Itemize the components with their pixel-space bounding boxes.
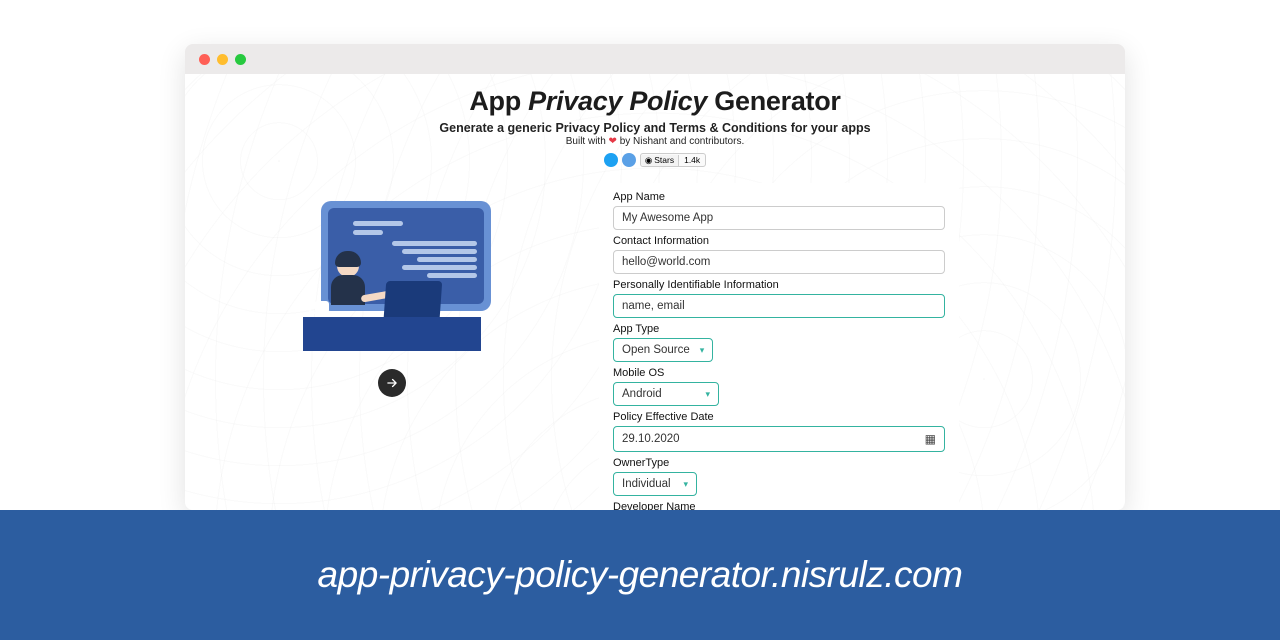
- chevron-down-icon: ▾: [683, 479, 688, 490]
- person-body: [331, 275, 365, 305]
- input-pii[interactable]: [613, 294, 945, 318]
- calendar-icon: ▦: [925, 432, 936, 446]
- label-owner-type: OwnerType: [613, 457, 945, 469]
- title-post: Generator: [707, 86, 841, 116]
- page-content: App Privacy Policy Generator Generate a …: [185, 74, 1125, 510]
- field-dev-name: Developer Name: [613, 501, 945, 510]
- label-app-type: App Type: [613, 323, 945, 335]
- input-contact[interactable]: [613, 250, 945, 274]
- input-app-name[interactable]: [613, 206, 945, 230]
- page-header: App Privacy Policy Generator Generate a …: [185, 86, 1125, 167]
- main-body: App Name Contact Information Personally …: [185, 177, 1125, 510]
- footer-url: app-privacy-policy-generator.nisrulz.com: [318, 554, 963, 596]
- code-line-icon: [402, 249, 477, 254]
- page-subtitle: Generate a generic Privacy Policy and Te…: [185, 121, 1125, 135]
- social-badges: ◉Stars 1.4k: [185, 153, 1125, 167]
- minimize-icon[interactable]: [217, 54, 228, 65]
- code-line-icon: [353, 221, 403, 226]
- label-dev-name: Developer Name: [613, 501, 945, 510]
- form-card: App Name Contact Information Personally …: [599, 183, 959, 510]
- field-contact: Contact Information: [613, 235, 945, 274]
- illustration-column: [185, 177, 599, 510]
- select-owner-type[interactable]: Individual ▾: [613, 472, 697, 496]
- code-line-icon: [392, 241, 477, 246]
- label-mobile-os: Mobile OS: [613, 367, 945, 379]
- label-effective-date: Policy Effective Date: [613, 411, 945, 423]
- github-icon: ◉: [645, 155, 652, 166]
- arrow-right-icon: [385, 376, 399, 390]
- page-title: App Privacy Policy Generator: [185, 86, 1125, 117]
- heart-icon: ❤: [609, 136, 617, 147]
- form-column: App Name Contact Information Personally …: [599, 177, 1125, 510]
- close-icon[interactable]: [199, 54, 210, 65]
- gh-stars-label: Stars: [654, 155, 674, 165]
- select-mobile-os[interactable]: Android ▾: [613, 382, 719, 406]
- code-line-icon: [417, 257, 477, 262]
- github-stars-badge[interactable]: ◉Stars 1.4k: [640, 153, 706, 167]
- select-app-type-value: Open Source: [622, 344, 690, 356]
- footer-banner: app-privacy-policy-generator.nisrulz.com: [0, 510, 1280, 640]
- field-pii: Personally Identifiable Information: [613, 279, 945, 318]
- next-button[interactable]: [378, 369, 406, 397]
- date-value: 29.10.2020: [622, 433, 680, 445]
- input-effective-date[interactable]: 29.10.2020 ▦: [613, 426, 945, 452]
- title-pre: App: [469, 86, 528, 116]
- byline-post: by Nishant and contributors.: [617, 136, 744, 147]
- laptop-shape: [384, 281, 443, 317]
- developer-illustration: [293, 201, 491, 351]
- field-app-type: App Type Open Source ▾: [613, 323, 945, 362]
- mug-icon: [315, 301, 329, 315]
- select-mobile-os-value: Android: [622, 388, 662, 400]
- chevron-down-icon: ▾: [700, 345, 705, 356]
- code-line-icon: [402, 265, 477, 270]
- page-byline: Built with ❤ by Nishant and contributors…: [185, 136, 1125, 147]
- label-contact: Contact Information: [613, 235, 945, 247]
- browser-window: App Privacy Policy Generator Generate a …: [185, 44, 1125, 510]
- select-app-type[interactable]: Open Source ▾: [613, 338, 713, 362]
- field-mobile-os: Mobile OS Android ▾: [613, 367, 945, 406]
- gh-stars-count: 1.4k: [679, 155, 705, 165]
- window-title-bar: [185, 44, 1125, 74]
- code-line-icon: [353, 230, 383, 235]
- select-owner-type-value: Individual: [622, 478, 671, 490]
- label-pii: Personally Identifiable Information: [613, 279, 945, 291]
- desk-shape: [303, 317, 481, 351]
- twitter-icon[interactable]: [604, 153, 618, 167]
- producthunt-icon[interactable]: [622, 153, 636, 167]
- field-owner-type: OwnerType Individual ▾: [613, 457, 945, 496]
- maximize-icon[interactable]: [235, 54, 246, 65]
- chevron-down-icon: ▾: [705, 389, 710, 400]
- field-app-name: App Name: [613, 191, 945, 230]
- field-effective-date: Policy Effective Date 29.10.2020 ▦: [613, 411, 945, 452]
- code-line-icon: [427, 273, 477, 278]
- title-italic: Privacy Policy: [528, 86, 707, 116]
- person-hair: [335, 251, 361, 267]
- label-app-name: App Name: [613, 191, 945, 203]
- byline-pre: Built with: [566, 136, 609, 147]
